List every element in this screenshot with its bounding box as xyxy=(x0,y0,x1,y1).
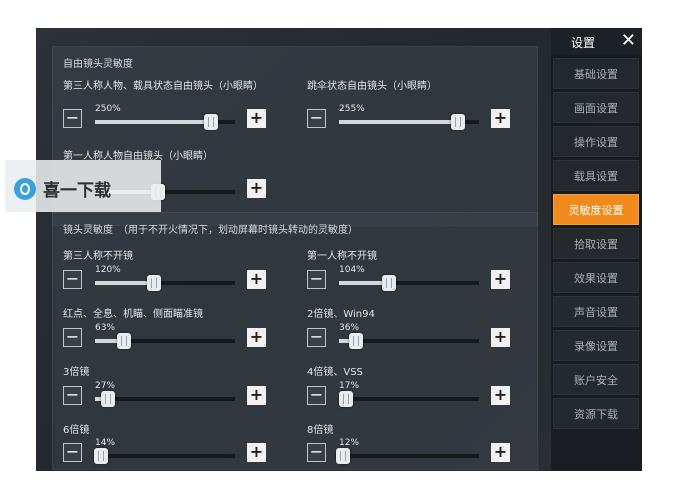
scope-3x-value: 27% xyxy=(95,381,116,391)
scope-8x-slider[interactable] xyxy=(336,448,479,464)
third-no-scope-minus-button[interactable]: − xyxy=(63,270,82,289)
slider-fill xyxy=(339,120,458,124)
watermark-text: 喜一下载 xyxy=(43,181,111,201)
third-person-free-label: 第三人称人物、载具状态自由镜头（小眼睛） xyxy=(63,81,263,92)
slider-thumb[interactable] xyxy=(451,114,465,130)
settings-screen: 自由镜头灵敏度 第三人称人物、载具状态自由镜头（小眼睛） − 250% + 跳伞… xyxy=(36,28,642,471)
scope-3x-plus-button[interactable]: + xyxy=(247,386,266,405)
scope-8x-label: 8倍镜 xyxy=(307,425,334,436)
first-no-scope-minus-button[interactable]: − xyxy=(307,270,326,289)
red-dot-minus-button[interactable]: − xyxy=(63,328,82,347)
slider-thumb[interactable] xyxy=(204,114,219,130)
camera-sensitivity-title: 镜头灵敏度 （用于不开火情况下，划动屏幕时镜头转动的灵敏度） xyxy=(63,225,358,236)
sidebar-item-vehicle[interactable]: 载具设置 xyxy=(553,160,639,191)
scope-3x-slider[interactable] xyxy=(95,391,235,407)
scope-3x-label: 3倍镜 xyxy=(63,367,90,378)
close-icon[interactable]: ✕ xyxy=(621,30,636,51)
first-person-free-plus-button[interactable]: + xyxy=(247,179,266,198)
scope-2x-slider[interactable] xyxy=(339,333,479,349)
sidebar-header: 设置 ✕ xyxy=(551,28,642,55)
third-person-free-minus-button[interactable]: − xyxy=(63,109,82,128)
scope-4x-plus-button[interactable]: + xyxy=(491,386,510,405)
scope-6x-minus-button[interactable]: − xyxy=(63,443,82,462)
sidebar-item-effects[interactable]: 效果设置 xyxy=(553,262,639,293)
scope-6x-label: 6倍镜 xyxy=(63,425,90,436)
third-person-free-plus-button[interactable]: + xyxy=(247,109,266,128)
red-dot-label: 红点、全息、机瞄、侧面瞄准镜 xyxy=(63,309,203,320)
sidebar-item-sound[interactable]: 声音设置 xyxy=(553,296,639,327)
scope-4x-minus-button[interactable]: − xyxy=(307,386,326,405)
sidebar-item-resources[interactable]: 资源下载 xyxy=(553,398,639,429)
scope-2x-minus-button[interactable]: − xyxy=(307,328,326,347)
third-no-scope-label: 第三人称不开镜 xyxy=(63,251,133,262)
camera-sensitivity-panel: 镜头灵敏度 （用于不开火情况下，划动屏幕时镜头转动的灵敏度） 第三人称不开镜 −… xyxy=(52,212,538,470)
scope-4x-value: 17% xyxy=(339,381,360,391)
sidebar-item-recording[interactable]: 录像设置 xyxy=(553,330,639,361)
scope-8x-value: 12% xyxy=(339,438,360,448)
third-no-scope-value: 120% xyxy=(95,265,121,275)
scope-8x-plus-button[interactable]: + xyxy=(491,443,510,462)
slider-thumb[interactable] xyxy=(348,333,363,349)
parachute-free-slider[interactable] xyxy=(339,114,479,130)
watermark: 喜一下载 xyxy=(5,160,161,212)
parachute-free-value: 255% xyxy=(339,104,365,114)
parachute-free-plus-button[interactable]: + xyxy=(491,109,510,128)
first-no-scope-label: 第一人称不开镜 xyxy=(307,251,377,262)
scope-2x-plus-button[interactable]: + xyxy=(491,328,510,347)
third-no-scope-plus-button[interactable]: + xyxy=(247,270,266,289)
first-no-scope-slider[interactable] xyxy=(339,275,479,291)
scope-2x-label: 2倍镜、Win94 xyxy=(307,309,375,320)
scope-3x-minus-button[interactable]: − xyxy=(63,386,82,405)
third-no-scope-slider[interactable] xyxy=(95,275,235,291)
scope-6x-plus-button[interactable]: + xyxy=(247,443,266,462)
slider-thumb[interactable] xyxy=(382,275,397,291)
slider-thumb[interactable] xyxy=(336,448,351,464)
sidebar-item-sensitivity[interactable]: 灵敏度设置 xyxy=(553,194,639,225)
sidebar-item-graphics[interactable]: 画面设置 xyxy=(553,92,639,123)
scope-8x-minus-button[interactable]: − xyxy=(307,443,326,462)
first-no-scope-value: 104% xyxy=(339,265,365,275)
scope-4x-label: 4倍镜、VSS xyxy=(307,367,363,378)
logo-icon xyxy=(14,178,36,200)
red-dot-value: 63% xyxy=(95,323,116,333)
sidebar-item-controls[interactable]: 操作设置 xyxy=(553,126,639,157)
settings-sidebar: 设置 ✕ 基础设置 画面设置 操作设置 载具设置 灵敏度设置 拾取设置 效果设置… xyxy=(551,28,642,471)
sidebar-item-basic[interactable]: 基础设置 xyxy=(553,58,639,89)
slider-thumb[interactable] xyxy=(117,333,132,349)
parachute-free-minus-button[interactable]: − xyxy=(307,109,326,128)
red-dot-slider[interactable] xyxy=(95,333,235,349)
free-camera-title: 自由镜头灵敏度 xyxy=(63,59,133,70)
sidebar-item-pickup[interactable]: 拾取设置 xyxy=(553,228,639,259)
settings-title: 设置 xyxy=(571,36,596,50)
scope-6x-slider[interactable] xyxy=(93,448,235,464)
parachute-free-label: 跳伞状态自由镜头（小眼睛） xyxy=(307,81,437,92)
slider-thumb[interactable] xyxy=(339,391,353,407)
slider-thumb[interactable] xyxy=(93,448,108,464)
scope-2x-value: 36% xyxy=(339,323,360,333)
first-no-scope-plus-button[interactable]: + xyxy=(491,270,510,289)
red-dot-plus-button[interactable]: + xyxy=(247,328,266,347)
scope-6x-value: 14% xyxy=(95,438,116,448)
slider-thumb[interactable] xyxy=(100,391,115,407)
scope-4x-slider[interactable] xyxy=(339,391,479,407)
third-person-free-slider[interactable] xyxy=(95,114,235,130)
third-person-free-value: 250% xyxy=(95,104,121,114)
slider-fill xyxy=(95,120,212,124)
slider-fill xyxy=(95,281,154,285)
slider-thumb[interactable] xyxy=(146,275,161,291)
sidebar-item-account[interactable]: 账户安全 xyxy=(553,364,639,395)
